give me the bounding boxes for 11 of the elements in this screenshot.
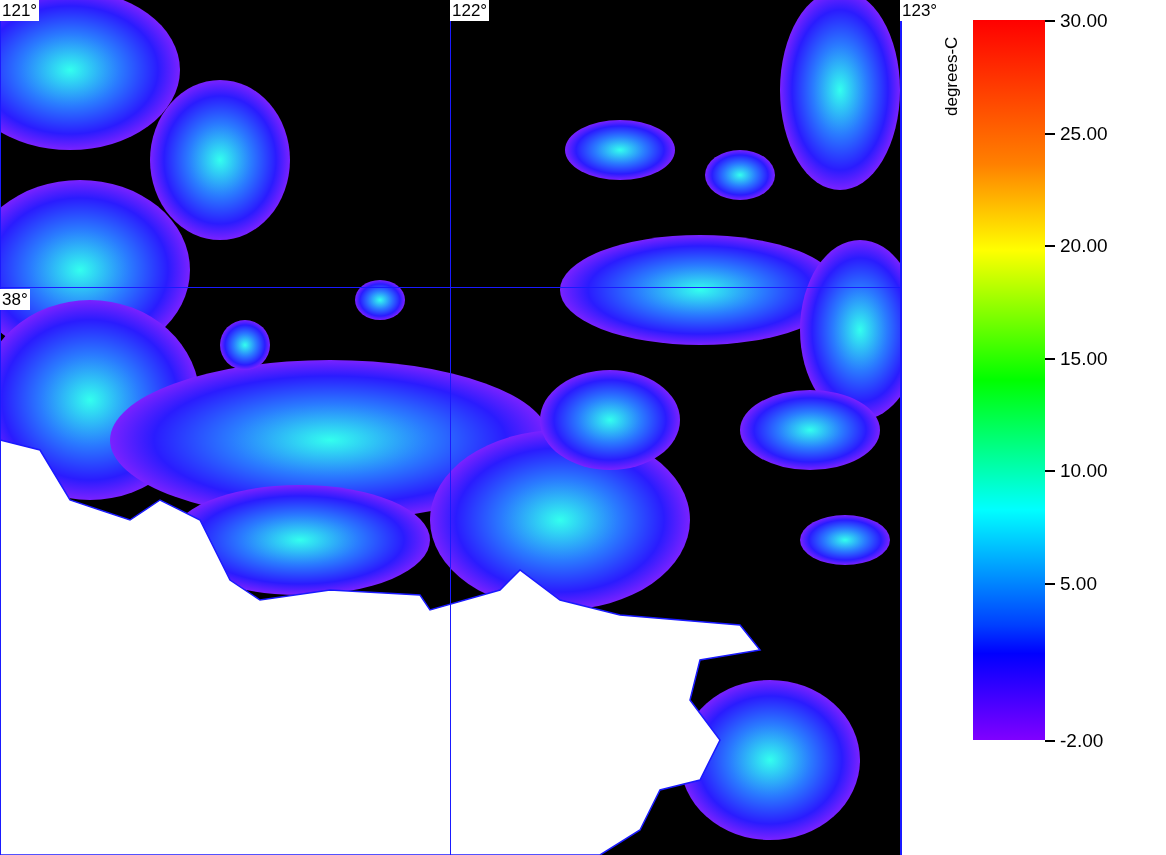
colorbar-tick-label: -2.00: [1060, 730, 1104, 752]
latitude-label: 38°: [0, 289, 30, 310]
colorbar-title: degrees-C: [942, 36, 962, 116]
colorbar-tick-label: 5.00: [1060, 572, 1097, 595]
colorbar-tick-label: 25.00: [1060, 122, 1108, 145]
longitude-label: 121°: [0, 0, 40, 21]
longitude-label: 122°: [450, 0, 490, 21]
colorbar-tick-label: 30.00: [1060, 10, 1108, 32]
colorbar-tick-label: 15.00: [1060, 347, 1108, 370]
colorbar-tick-label: 20.00: [1060, 235, 1108, 257]
colorbar-tick-label: 10.00: [1060, 460, 1108, 482]
